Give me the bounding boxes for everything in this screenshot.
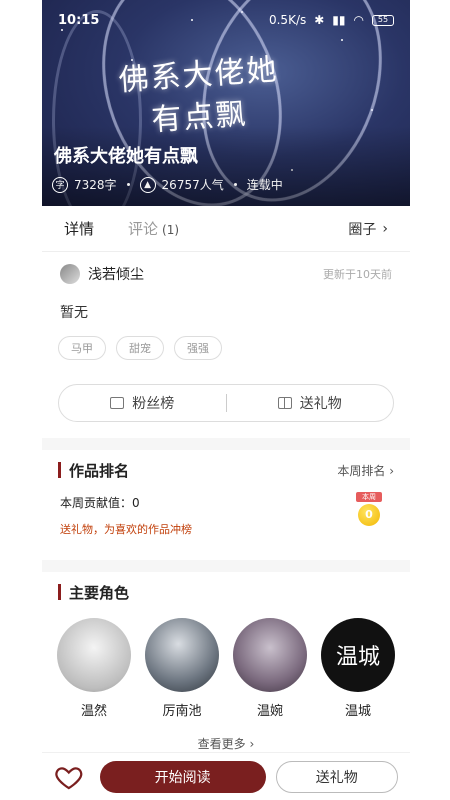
chart-icon <box>110 397 125 409</box>
book-title: 佛系大佬她有点飘 <box>54 146 198 167</box>
heart-icon[interactable] <box>54 762 84 792</box>
comments-count: (1) <box>162 223 180 237</box>
character-avatar: 温城 <box>321 618 395 692</box>
book-intro: 暂无 <box>60 305 88 321</box>
book-meta: 字 7328字 ▲ 26757人气 连载中 <box>52 176 283 193</box>
status-time: 10:15 <box>58 12 100 28</box>
characters-header: 主要角色 <box>42 572 410 612</box>
character-list: 温然 厉南池 温婉 温城 温城 <box>42 612 410 719</box>
update-time: 更新于10天前 <box>323 268 392 281</box>
character-name: 温城 <box>344 704 371 719</box>
meta-separator <box>233 183 237 186</box>
character-avatar <box>145 618 219 692</box>
send-gift-label: 送礼物 <box>299 396 342 412</box>
character-name: 温然 <box>80 704 107 719</box>
tag[interactable]: 强强 <box>174 336 222 360</box>
ranking-title: 作品排名 <box>69 461 130 480</box>
network-speed: 0.5K/s <box>268 13 307 27</box>
status-bar: 10:15 0.5K/s ✱ ▮▮ ◠ 55 <box>42 0 410 40</box>
word-count: 7328字 <box>74 178 117 192</box>
cover-art-line1: 佛系大佬她 <box>117 52 280 99</box>
battery-icon: 55 <box>372 14 394 26</box>
tag-list: 马甲 甜宠 强强 <box>42 332 410 364</box>
popularity: 26757人气 <box>161 178 224 192</box>
character-item[interactable]: 温然 <box>56 618 132 719</box>
fans-rank-button[interactable]: 粉丝榜 <box>59 393 226 413</box>
see-more-link[interactable]: 查看更多 › <box>42 735 410 752</box>
rank-tip: 送礼物，为喜欢的作品冲榜 <box>60 523 192 536</box>
chevron-right-icon: › <box>382 220 388 237</box>
character-avatar <box>57 618 131 692</box>
character-item[interactable]: 温婉 <box>232 618 308 719</box>
character-item[interactable]: 温城 温城 <box>320 618 396 719</box>
section-gap <box>42 560 410 572</box>
characters-title: 主要角色 <box>69 583 130 602</box>
weekly-rank-link[interactable]: 本周排名 › <box>337 462 394 479</box>
tag[interactable]: 马甲 <box>58 336 106 360</box>
ranking-body: 本周贡献值：0 送礼物，为喜欢的作品冲榜 本周 0 <box>42 490 410 556</box>
weekly-rank-label: 本周排名 <box>337 463 386 478</box>
start-reading-button[interactable]: 开始阅读 <box>99 760 266 793</box>
character-item[interactable]: 厉南池 <box>144 618 220 719</box>
author-avatar <box>60 264 80 284</box>
ranking-header: 作品排名 本周排名 › <box>42 450 410 490</box>
word-count-icon: 字 <box>52 176 68 193</box>
signal-icon: ▮▮ <box>332 13 346 27</box>
medal-icon: 本周 0 <box>356 492 382 526</box>
circle-label: 圈子 <box>348 221 377 238</box>
character-name: 温婉 <box>256 704 283 719</box>
weekly-contribution: 本周贡献值：0 <box>60 496 140 510</box>
character-avatar <box>233 618 307 692</box>
circle-link[interactable]: 圈子 › <box>348 219 388 239</box>
meta-separator <box>126 183 130 186</box>
tab-comments[interactable]: 评论 (1) <box>128 218 179 239</box>
gift-icon <box>277 397 292 409</box>
author-name: 浅若倾尘 <box>88 267 144 283</box>
detail-tabs: 详情 评论 (1) 圈子 › <box>42 206 410 252</box>
tab-comments-label: 评论 <box>128 220 159 238</box>
section-accent-bar <box>58 462 61 478</box>
medal-ribbon: 本周 <box>356 492 382 502</box>
chevron-right-icon: › <box>389 463 394 478</box>
see-more-label: 查看更多 <box>197 737 246 751</box>
bottom-bar: 开始阅读 送礼物 <box>42 752 410 800</box>
character-name: 厉南池 <box>162 704 202 719</box>
section-accent-bar <box>58 584 61 600</box>
section-gap <box>42 438 410 450</box>
bluetooth-icon: ✱ <box>314 13 325 27</box>
tab-details[interactable]: 详情 <box>64 218 94 239</box>
bottom-send-gift-button[interactable]: 送礼物 <box>275 760 398 793</box>
tag[interactable]: 甜宠 <box>116 336 164 360</box>
author-row[interactable]: 浅若倾尘 更新于10天前 <box>42 252 410 296</box>
medal-coin: 0 <box>358 504 380 526</box>
serial-status: 连载中 <box>246 178 283 192</box>
popularity-icon: ▲ <box>139 176 156 193</box>
status-icons: 0.5K/s ✱ ▮▮ ◠ 55 <box>269 13 394 27</box>
book-detail-page: 佛系大佬她 有点飘 佛系大佬她有点飘 字 7328字 ▲ 26757人气 连载中… <box>0 0 450 800</box>
wifi-icon: ◠ <box>353 13 364 27</box>
send-gift-button[interactable]: 送礼物 <box>227 393 394 413</box>
chevron-right-icon: › <box>249 737 255 751</box>
detail-content: 浅若倾尘 更新于10天前 暂无 马甲 甜宠 强强 粉丝榜 送礼物 作品排名 本周… <box>42 252 410 752</box>
fans-rank-label: 粉丝榜 <box>132 396 175 412</box>
action-bar: 粉丝榜 送礼物 <box>58 384 394 422</box>
